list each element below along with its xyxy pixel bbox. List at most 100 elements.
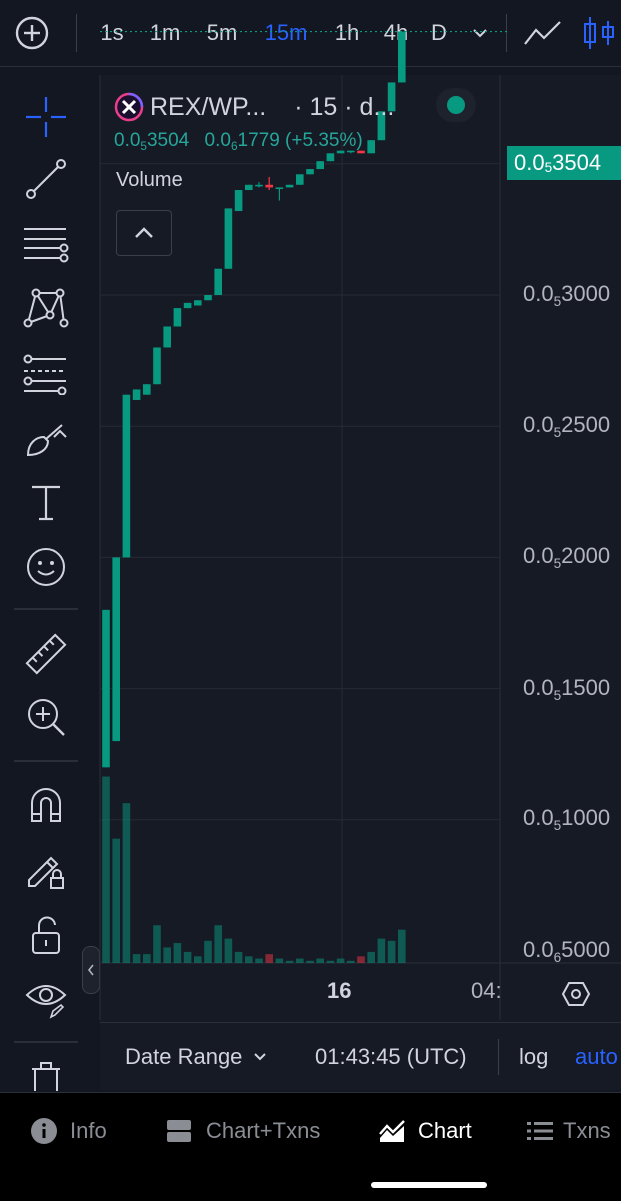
candle-body [173, 308, 182, 327]
volume-bar [143, 954, 151, 963]
volume-bar [183, 951, 192, 963]
nav-chart[interactable]: Chart [378, 1111, 472, 1151]
candle-body [367, 140, 375, 154]
candle-body [275, 187, 284, 190]
candle-body [245, 184, 253, 191]
list-icon [527, 1122, 553, 1140]
price-tick: 0.065000 [523, 937, 611, 965]
nav-chart-label: Chart [418, 1118, 472, 1143]
chevron-up-icon [135, 227, 153, 238]
volume-bar [234, 951, 243, 963]
ohlc-values: 0.053504 0.061779 (+5.35%) [114, 130, 363, 154]
candle-body [306, 169, 314, 175]
candle-body [194, 300, 202, 306]
candle-body [153, 347, 161, 385]
bottom-bar-divider [498, 1039, 499, 1075]
time-tick: 04: [471, 978, 502, 1003]
nav-info-label: Info [70, 1118, 107, 1143]
candle-body [326, 153, 335, 162]
time-tick: 16 [327, 978, 352, 1003]
volume-bar [255, 958, 263, 963]
remove-drawings-tool[interactable] [14, 1057, 78, 1091]
price-tick: 0.053000 [523, 281, 611, 309]
candle-body [316, 161, 324, 170]
volume-bar [285, 960, 294, 963]
candle-body [224, 208, 233, 269]
volume-bar [112, 838, 120, 963]
change-value: 0.061779 (+5.35%) [204, 130, 363, 154]
volume-bar [102, 776, 110, 963]
log-scale-toggle[interactable]: log [519, 1023, 548, 1091]
chart-txns-icon [167, 1120, 191, 1142]
volume-bar [122, 803, 131, 963]
volume-bar [163, 947, 171, 963]
candle-body [265, 184, 273, 188]
market-status-dot [436, 88, 476, 122]
volume-bar [306, 960, 314, 963]
status-dot [447, 96, 465, 114]
volume-bar [316, 958, 324, 963]
volume-bar [296, 958, 304, 963]
token-logo-icon [114, 92, 144, 122]
resolution-label: · 15 · d... [294, 92, 395, 121]
volume-indicator-label[interactable]: Volume [116, 169, 183, 192]
volume-bar [275, 958, 284, 963]
candle-body [204, 295, 212, 301]
symbol-name: REX/WP... [150, 92, 267, 121]
collapse-legend-button[interactable] [116, 210, 172, 256]
volume-bar [204, 940, 212, 963]
volume-bar [326, 960, 335, 963]
nav-txns[interactable]: Txns [527, 1111, 611, 1151]
candle-body [163, 326, 171, 348]
volume-bar [153, 925, 161, 963]
price-tick: 0.051000 [523, 805, 611, 833]
volume-bar [357, 956, 365, 963]
home-indicator [371, 1182, 487, 1188]
chart-settings-button[interactable] [558, 976, 594, 1012]
nav-chart-txns[interactable]: Chart+Txns [166, 1111, 320, 1151]
price-tick: 0.051500 [523, 675, 611, 703]
volume-bar [387, 940, 396, 963]
volume-bar [224, 938, 233, 963]
candle-body [122, 394, 131, 558]
candle-body [296, 174, 304, 185]
toolbar-divider [14, 1041, 78, 1043]
candle-body [102, 609, 110, 768]
volume-bar [132, 954, 141, 963]
price-tick: 0.052500 [523, 412, 611, 440]
bottom-navigation: Info Chart+Txns Chart Txns [0, 1092, 621, 1201]
candle-body [255, 184, 263, 187]
auto-scale-toggle[interactable]: auto [575, 1023, 621, 1091]
candle-body [214, 268, 222, 295]
candle-body [143, 384, 151, 395]
nav-txns-label: Txns [563, 1118, 611, 1143]
nav-chart-txns-label: Chart+Txns [206, 1118, 321, 1143]
date-range-label: Date Range [125, 1044, 243, 1069]
volume-bar [194, 956, 202, 963]
candle-body [132, 389, 141, 400]
candle-body [398, 31, 406, 83]
date-range-button[interactable]: Date Range [125, 1023, 268, 1091]
chart-icon [379, 1120, 405, 1142]
utc-clock[interactable]: 01:43:45 (UTC) [315, 1023, 467, 1091]
settings-hexagon-icon [561, 982, 591, 1006]
volume-bar [377, 938, 386, 963]
candle-body [183, 302, 192, 309]
last-price-tag: 0.0 5 3504 [507, 146, 621, 180]
trash-icon [32, 1062, 60, 1091]
volume-bar [245, 956, 253, 963]
volume-bar [398, 929, 406, 963]
candle-body [234, 190, 243, 212]
volume-bar [265, 954, 273, 963]
chevron-down-icon [254, 1053, 267, 1061]
last-price-value: 0.053504 [114, 130, 190, 154]
volume-bar [214, 925, 222, 963]
volume-bar [367, 951, 375, 963]
price-tick: 0.052000 [523, 543, 611, 571]
candle-body [285, 184, 294, 188]
volume-bar [336, 958, 345, 963]
nav-info[interactable]: Info [30, 1111, 107, 1151]
volume-bar [173, 943, 182, 963]
volume-bar [347, 960, 355, 963]
chart-bottom-bar: Date Range 01:43:45 (UTC) log auto [100, 1022, 621, 1091]
